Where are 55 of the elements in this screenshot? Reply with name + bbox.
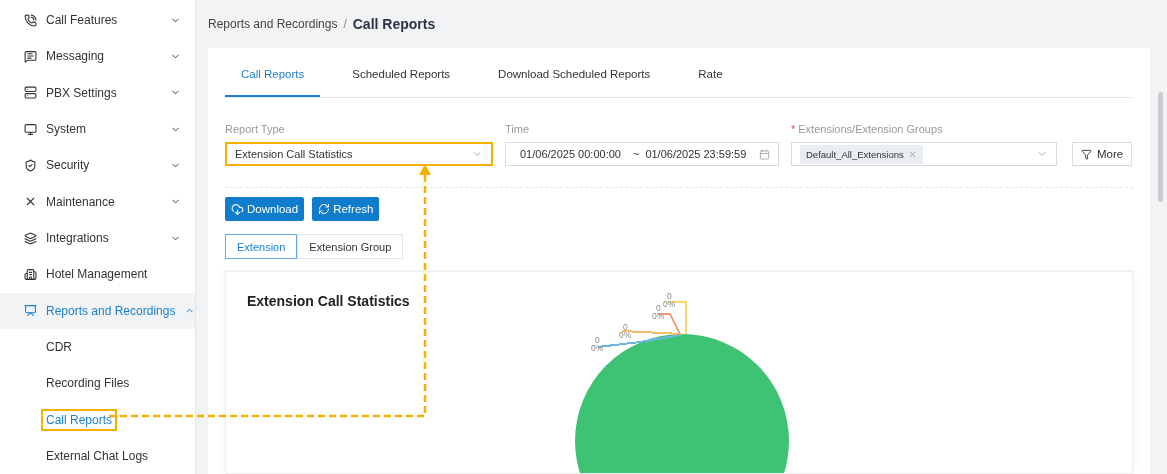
- page-title: Call Reports: [352, 16, 436, 32]
- tab[interactable]: Download Scheduled Reports: [482, 53, 667, 97]
- pie-value-label: 0: [656, 303, 661, 313]
- shield-icon: [24, 158, 37, 172]
- sidebar-item[interactable]: Maintenance: [0, 183, 195, 220]
- server-icon: [24, 86, 37, 100]
- tab[interactable]: Scheduled Reports: [336, 53, 467, 97]
- filter-icon: [1081, 148, 1092, 160]
- sidebar-subitem[interactable]: Recording Files: [41, 372, 135, 395]
- tag: Default_All_Extensions: [800, 144, 923, 164]
- chat-icon: [24, 49, 37, 63]
- chart-title: Extension Call Statistics: [246, 292, 410, 309]
- building-icon: [24, 267, 37, 281]
- breadcrumb-separator: /: [343, 17, 347, 31]
- sidebar-subitem[interactable]: CDR: [41, 335, 77, 358]
- pie-percent-label: 0%: [663, 299, 676, 309]
- breadcrumb-link[interactable]: Reports and Recordings: [208, 17, 338, 31]
- monitor-icon: [24, 122, 37, 136]
- tab[interactable]: Call Reports: [225, 53, 321, 97]
- field-label: * Extensions/Extension Groups: [791, 123, 944, 135]
- sidebar-item[interactable]: Messaging: [0, 38, 195, 75]
- sidebar-subitem[interactable]: External Chat Logs: [41, 444, 154, 467]
- pie-percent-label: 0%: [652, 311, 665, 321]
- extensions-select[interactable]: Default_All_Extensions: [791, 142, 1057, 166]
- report-type-select[interactable]: Extension Call Statistics: [225, 142, 493, 166]
- segment-tab[interactable]: Extension Group: [297, 234, 404, 259]
- pie-value-label: 0: [595, 335, 600, 345]
- sidebar-item[interactable]: Hotel Management: [0, 256, 195, 293]
- sidebar-item[interactable]: Security: [0, 147, 195, 184]
- field-label: Report Type: [225, 123, 286, 135]
- pie-percent-label: 0%: [619, 330, 632, 340]
- time-range-field[interactable]: 01/06/2025 00:00:00 ~ 01/06/2025 23:59:59: [505, 142, 779, 166]
- pie-value-label: 0: [623, 322, 628, 332]
- download-button[interactable]: Download: [225, 197, 305, 221]
- refresh-icon: [318, 203, 331, 215]
- close-icon[interactable]: [907, 149, 917, 159]
- tab[interactable]: Rate: [682, 53, 739, 97]
- more-button[interactable]: More: [1072, 142, 1133, 166]
- sidebar-item[interactable]: System: [0, 110, 195, 148]
- segment-tab[interactable]: Extension: [225, 234, 298, 259]
- cloud-download-icon: [231, 202, 244, 216]
- presentation-icon: [24, 304, 37, 318]
- sidebar-item[interactable]: Call Features: [0, 2, 195, 39]
- refresh-button[interactable]: Refresh: [312, 197, 380, 221]
- phone-icon: [24, 13, 37, 27]
- pie-value-label: 0: [667, 291, 672, 301]
- sidebar-item[interactable]: PBX Settings: [0, 74, 195, 111]
- sidebar-item[interactable]: Reports and Recordings: [0, 292, 195, 329]
- layers-icon: [24, 231, 37, 245]
- calendar-icon: [759, 148, 770, 160]
- sidebar-item[interactable]: Integrations: [0, 219, 195, 257]
- scrollbar-thumb[interactable]: [1157, 92, 1163, 202]
- field-label: Time: [505, 123, 531, 135]
- pie-percent-label: 0%: [591, 343, 604, 353]
- sidebar-subitem[interactable]: Call Reports: [41, 408, 118, 431]
